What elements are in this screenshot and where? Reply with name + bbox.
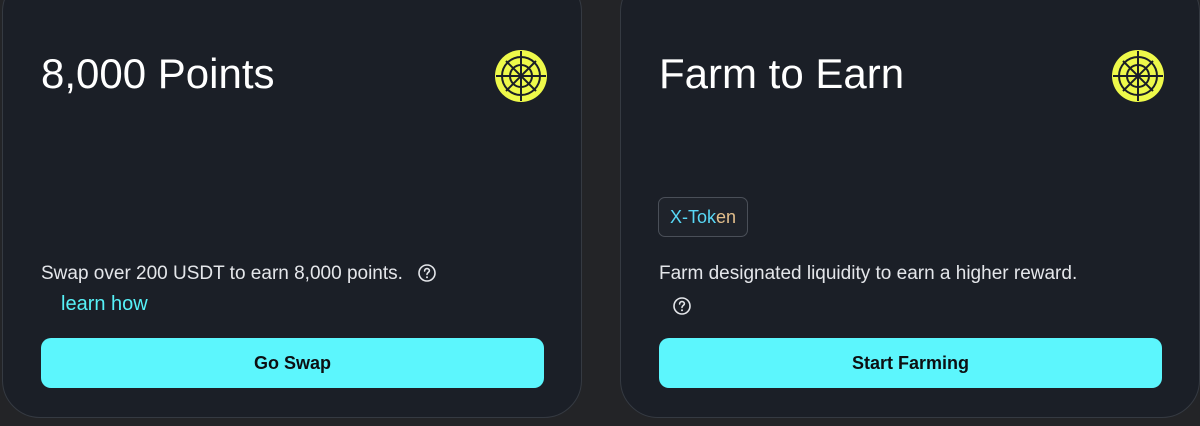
- crosshair-coin-logo: [1112, 50, 1164, 102]
- card-description: Swap over 200 USDT to earn 8,000 points.: [41, 262, 437, 286]
- card-description: Farm designated liquidity to earn a high…: [659, 263, 1078, 284]
- points-card: 8,000 Points Swap over 200 USDT to earn …: [2, 0, 582, 418]
- go-swap-button[interactable]: Go Swap: [41, 338, 544, 388]
- token-tag: X-Token: [658, 197, 749, 237]
- tag-text-accent: en: [716, 207, 737, 227]
- farm-card: Farm to Earn X-Token Farm designated liq…: [620, 0, 1200, 418]
- question-circle-icon[interactable]: [673, 297, 691, 315]
- card-title: 8,000 Points: [41, 50, 275, 97]
- crosshair-coin-logo: [495, 50, 547, 102]
- start-farming-button[interactable]: Start Farming: [659, 338, 1162, 388]
- description-text: Swap over 200 USDT to earn 8,000 points.: [41, 263, 403, 284]
- learn-how-link[interactable]: learn how: [61, 291, 148, 317]
- tag-text: X-Tok: [670, 207, 717, 227]
- question-circle-icon[interactable]: [418, 264, 437, 282]
- card-title: Farm to Earn: [659, 50, 905, 97]
